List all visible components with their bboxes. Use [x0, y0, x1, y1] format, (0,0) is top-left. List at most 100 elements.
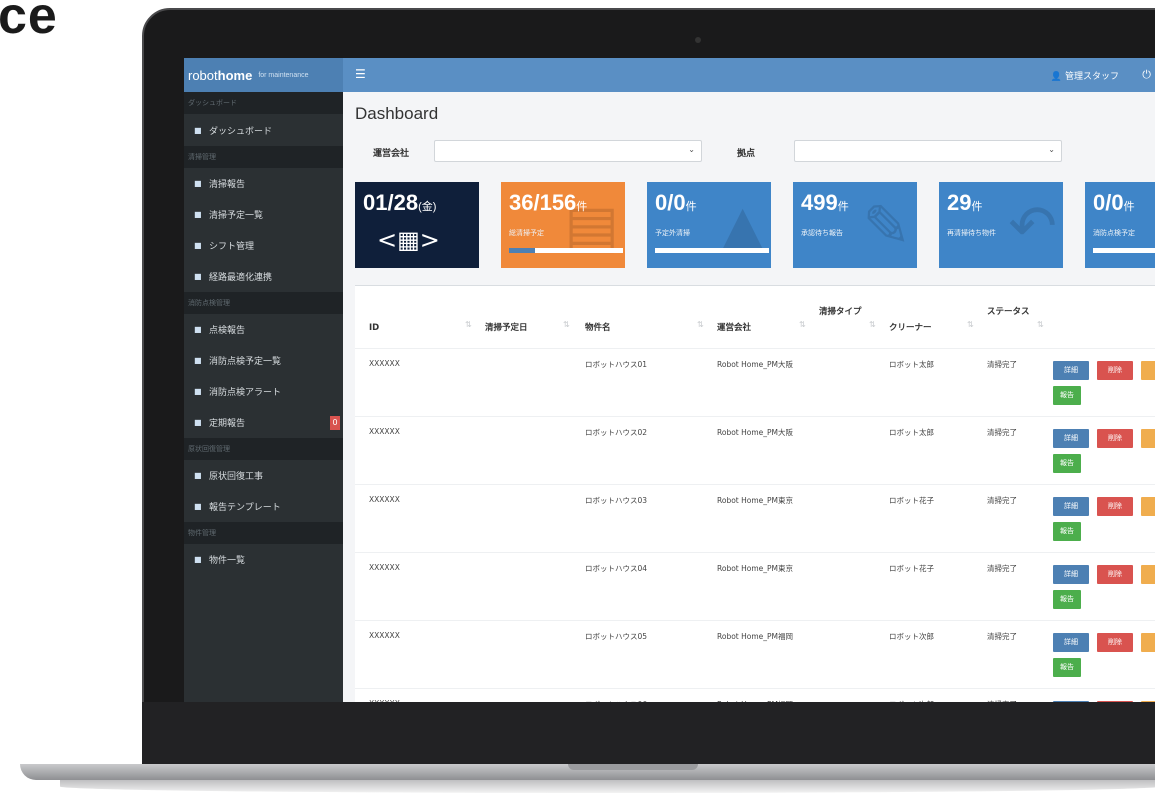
base-select[interactable]: ⌄ [794, 140, 1062, 162]
delete-button[interactable]: 削除 [1097, 565, 1133, 584]
cell-company: Robot Home_PM福岡 [717, 699, 793, 702]
report-button[interactable]: 報告 [1053, 522, 1081, 541]
report-button[interactable]: 報告 [1053, 658, 1081, 677]
delete-button[interactable]: 削除 [1097, 633, 1133, 652]
more-action-button[interactable] [1141, 497, 1155, 516]
calendar-icon[interactable]: ▦ [397, 226, 420, 254]
sort-icon[interactable]: ⇅ [869, 320, 876, 329]
more-action-button[interactable] [1141, 361, 1155, 380]
delete-button[interactable]: 削除 [1097, 361, 1133, 380]
cell-id: XXXXXX [369, 427, 400, 436]
cell-status: 清掃完了 [987, 632, 1017, 641]
card-value: 29 [947, 190, 972, 215]
progress-bar [1093, 248, 1155, 253]
sidebar-section-heading: 清掃管理 [184, 146, 343, 168]
sidebar-section-heading: 物件管理 [184, 522, 343, 544]
sidebar-item[interactable]: ■ 物件一覧 [184, 544, 343, 575]
report-button[interactable]: 報告 [1053, 386, 1081, 405]
sidebar-item[interactable]: ■ 報告テンプレート [184, 491, 343, 522]
sidebar-item[interactable]: ■ ダッシュボード [184, 114, 343, 146]
card-value: 0/0 [655, 190, 686, 215]
table-row: XXXXXX ロボットハウス04 Robot Home_PM東京 ロボット花子 清掃完了… [355, 552, 1155, 621]
next-day-icon[interactable]: > [420, 226, 440, 254]
cell-property: ロボットハウス06 [585, 699, 647, 702]
detail-button[interactable]: 詳細 [1053, 565, 1089, 584]
sort-icon[interactable]: ⇅ [1037, 320, 1044, 329]
delete-button[interactable]: 削除 [1097, 701, 1133, 702]
cell-status: 清掃完了 [987, 496, 1017, 505]
sort-icon[interactable]: ⇅ [465, 320, 472, 329]
sidebar-item-label: 点検報告 [209, 326, 246, 336]
sidebar-item[interactable]: ■ 清掃予定一覧 [184, 199, 343, 230]
sidebar-item[interactable]: ■ 消防点検予定一覧 [184, 345, 343, 376]
brand-name-bold: home [217, 67, 253, 83]
brand-logo[interactable]: robot home for maintenance [184, 58, 343, 92]
card-value: 499 [801, 190, 838, 215]
menu-icon[interactable]: ☰ [355, 67, 366, 81]
cell-company: Robot Home_PM東京 [717, 564, 794, 573]
sidebar: robot home for maintenance ダッシュボード ■ ダッシュボード… [184, 58, 343, 702]
company-select[interactable]: ⌄ [434, 140, 702, 162]
cleaning-table: ID ⇅ 清掃予定日 ⇅ 物件名 ⇅ 運営会社 ⇅ 清掃タイプ ⇅ クリーナー … [355, 285, 1155, 702]
sort-icon[interactable]: ⇅ [799, 320, 806, 329]
detail-button[interactable]: 詳細 [1053, 701, 1089, 702]
column-header-date[interactable]: 清掃予定日 [485, 322, 528, 334]
card-pending-reports[interactable]: ✎ 499件 承認待ち報告 [793, 182, 917, 268]
detail-button[interactable]: 詳細 [1053, 361, 1089, 380]
sidebar-item-label: 消防点検アラート [209, 388, 282, 398]
cell-id: XXXXXX [369, 495, 400, 504]
column-header-id[interactable]: ID [369, 322, 379, 334]
power-icon[interactable]: ⏻ [1142, 68, 1151, 82]
user-menu[interactable]: 👤 管理スタッフ [1051, 69, 1119, 82]
home-icon: ■ [194, 555, 202, 564]
delete-button[interactable]: 削除 [1097, 429, 1133, 448]
more-action-button[interactable] [1141, 429, 1155, 448]
sort-icon[interactable]: ⇅ [563, 320, 570, 329]
card-label: 消防点検予定 [1093, 229, 1135, 237]
sidebar-item[interactable]: ■ 経路最適化連携 [184, 261, 343, 292]
column-header-status[interactable]: ステータス [987, 306, 1035, 318]
more-action-button[interactable] [1141, 701, 1155, 702]
more-action-button[interactable] [1141, 565, 1155, 584]
report-button[interactable]: 報告 [1053, 590, 1081, 609]
delete-button[interactable]: 削除 [1097, 497, 1133, 516]
card-reclean-properties[interactable]: ↶ 29件 再清掃待ち物件 [939, 182, 1063, 268]
sort-icon[interactable]: ⇅ [697, 320, 704, 329]
cell-cleaner: ロボット花子 [889, 496, 934, 505]
sort-icon[interactable]: ⇅ [967, 320, 974, 329]
sidebar-item[interactable]: ■ 原状回復工事 [184, 460, 343, 491]
column-header-type[interactable]: 清掃タイプ [819, 306, 875, 318]
sidebar-item[interactable]: ■ シフト管理 [184, 230, 343, 261]
more-action-button[interactable] [1141, 633, 1155, 652]
report-button[interactable]: 報告 [1053, 454, 1081, 473]
card-unit: 件 [971, 201, 983, 213]
card-total-cleaning[interactable]: ▤ 36/156件 総清掃予定 [501, 182, 625, 268]
card-label: 総清掃予定 [509, 229, 544, 237]
card-unit: 件 [1123, 201, 1135, 213]
sidebar-item[interactable]: ■ 消防点検アラート [184, 376, 343, 407]
sidebar-item[interactable]: ■ 点検報告 [184, 314, 343, 345]
prev-day-icon[interactable]: < [377, 226, 397, 254]
brand-suffix: for maintenance [258, 71, 309, 79]
cell-company: Robot Home_PM東京 [717, 496, 794, 505]
laptop-bezel [142, 702, 1155, 764]
progress-bar [509, 248, 623, 253]
sidebar-item-label: 清掃報告 [209, 180, 246, 190]
column-header-company[interactable]: 運営会社 [717, 322, 751, 334]
card-unplanned-cleaning[interactable]: ▲ 0/0件 予定外清掃 [647, 182, 771, 268]
card-unit: 件 [837, 201, 849, 213]
date-card[interactable]: 01/28(金) <▦> [355, 182, 479, 268]
detail-button[interactable]: 詳細 [1053, 497, 1089, 516]
user-name: 管理スタッフ [1064, 72, 1119, 82]
detail-button[interactable]: 詳細 [1053, 429, 1089, 448]
column-header-property[interactable]: 物件名 [585, 322, 611, 334]
sidebar-item[interactable]: ■ 定期報告 0 [184, 407, 343, 438]
dashboard-icon: ■ [194, 125, 202, 135]
column-header-cleaner[interactable]: クリーナー [889, 322, 932, 334]
cell-id: XXXXXX [369, 563, 400, 572]
webcam [695, 37, 701, 43]
sidebar-item[interactable]: ■ 清掃報告 [184, 168, 343, 199]
sidebar-item-label: 報告テンプレート [209, 503, 281, 513]
detail-button[interactable]: 詳細 [1053, 633, 1089, 652]
card-fire-inspection[interactable]: 0/0件 消防点検予定 [1085, 182, 1155, 268]
